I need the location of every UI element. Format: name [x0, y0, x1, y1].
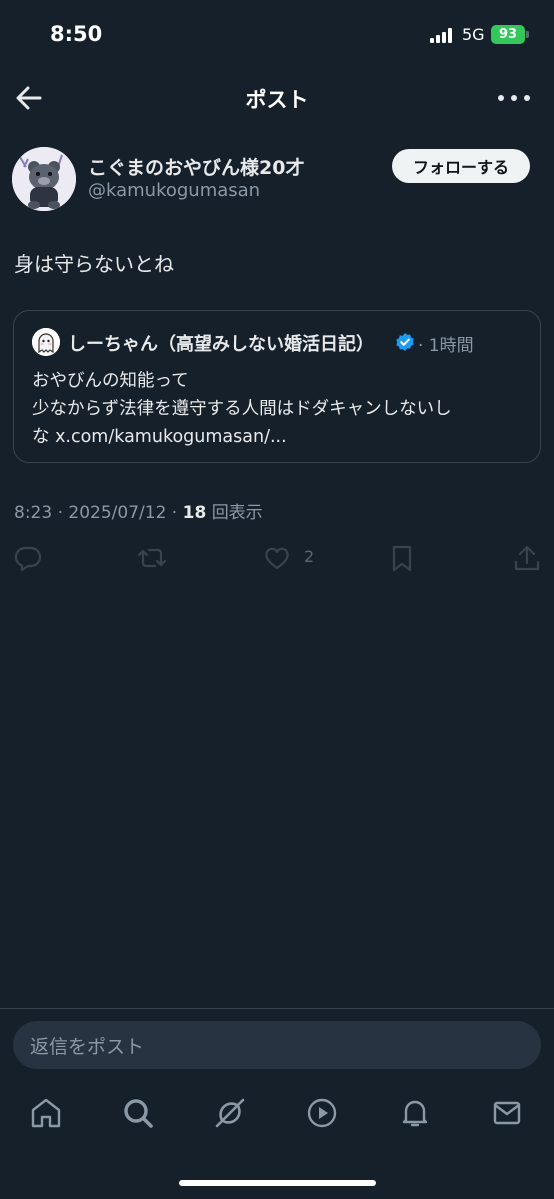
quote-text-line: 少なからず法律を遵守する人間はドダキャンしないし [32, 399, 452, 419]
quote-timestamp: · 1時間 [418, 336, 474, 356]
signal-icon [430, 27, 454, 43]
mail-icon[interactable] [490, 1096, 524, 1130]
home-indicator [179, 1180, 376, 1186]
avatar[interactable] [12, 147, 76, 211]
page-title: ポスト [245, 88, 309, 112]
status-time: 8:50 [50, 22, 103, 46]
post-date: 2025/07/12 [68, 503, 167, 523]
verified-badge-icon [396, 333, 414, 351]
view-label: 回表示 [211, 503, 263, 523]
grok-icon[interactable] [213, 1096, 247, 1130]
more-icon[interactable] [498, 86, 530, 110]
bell-icon[interactable] [398, 1096, 432, 1130]
battery-tip [526, 31, 529, 38]
quote-author-name: しーちゃん（高望みしない婚活日記） [68, 334, 374, 355]
author-name[interactable]: こぐまのおやびん様20才 [88, 153, 304, 180]
video-icon[interactable] [305, 1096, 339, 1130]
post-meta: 8:23 · 2025/07/12 · 18 回表示 [14, 503, 263, 523]
like-count: 2 [304, 547, 315, 566]
bookmark-icon[interactable] [387, 543, 417, 573]
quote-text-line: な x.com/kamukogumasan/... [32, 427, 287, 447]
author-handle[interactable]: @kamukogumasan [88, 180, 260, 201]
search-icon[interactable] [121, 1096, 155, 1130]
repost-icon[interactable] [137, 543, 167, 573]
reply-input[interactable]: 返信をポスト [13, 1021, 541, 1069]
battery-icon: 93 [491, 25, 525, 44]
bear-avatar-image [12, 147, 76, 211]
post-time: 8:23 [14, 503, 53, 523]
follow-button[interactable]: フォローする [392, 149, 530, 183]
quote-avatar [32, 328, 60, 356]
home-icon[interactable] [29, 1096, 63, 1130]
quoted-post[interactable]: しーちゃん（高望みしない婚活日記） · 1時間 おやびんの知能って 少なからず法… [13, 310, 541, 463]
share-icon[interactable] [512, 543, 542, 573]
reply-icon[interactable] [13, 543, 43, 573]
view-count: 18 [182, 503, 207, 523]
ghost-avatar-image [32, 328, 60, 356]
quote-text-line: おやびんの知能って [32, 371, 189, 391]
divider [0, 1008, 554, 1009]
like-icon[interactable] [262, 543, 292, 573]
post-text: 身は守らないとね [14, 252, 174, 276]
network-label: 5G [462, 25, 485, 44]
